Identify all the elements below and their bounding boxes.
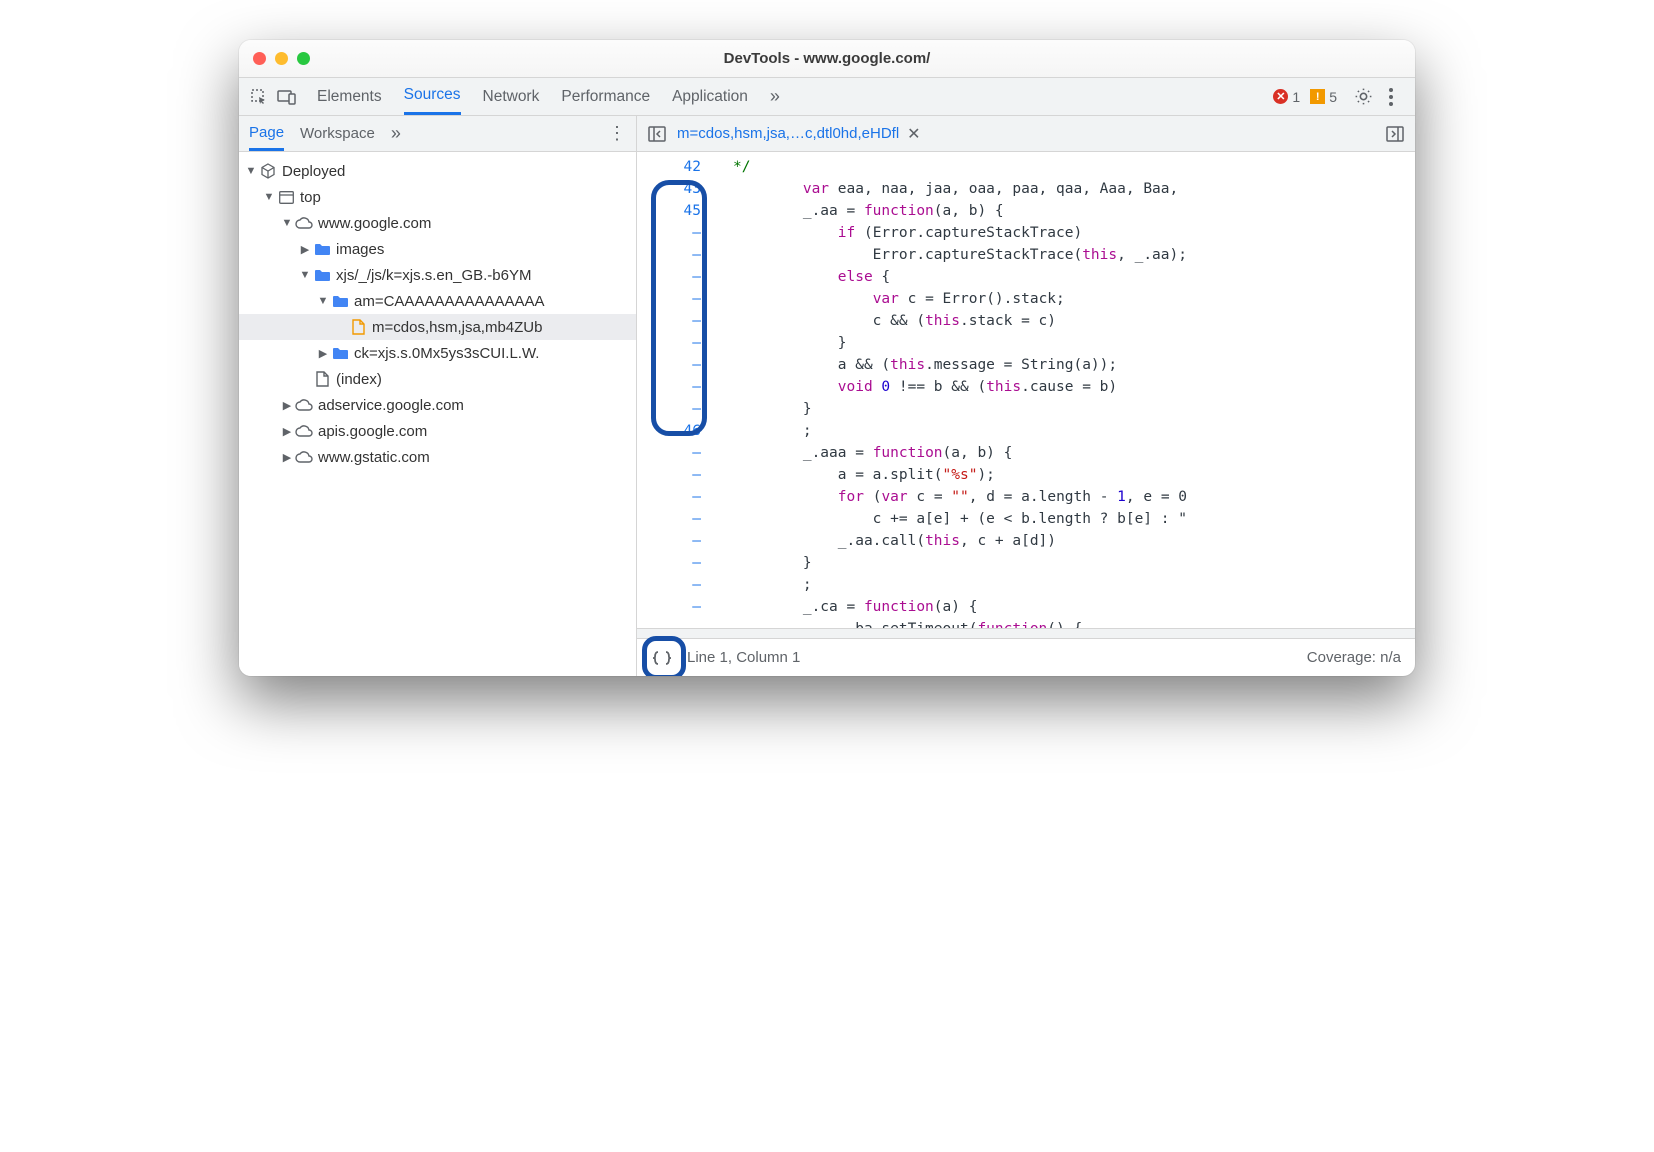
- file-icon: [349, 318, 367, 336]
- settings-icon[interactable]: [1351, 85, 1375, 109]
- tree-folder-am[interactable]: am=CAAAAAAAAAAAAAAA: [239, 288, 636, 314]
- tree-domain-gstatic[interactable]: www.gstatic.com: [239, 444, 636, 470]
- toggle-debugger-icon[interactable]: [1383, 122, 1407, 146]
- tree-label: apis.google.com: [318, 423, 427, 440]
- warning-count: 5: [1329, 89, 1337, 105]
- tree-label: m=cdos,hsm,jsa,mb4ZUb: [372, 319, 542, 336]
- nav-tab-page[interactable]: Page: [249, 116, 284, 151]
- line-gutter[interactable]: 424345–––––––––46–––––––––: [637, 152, 723, 628]
- code-editor[interactable]: 424345–––––––––46––––––––– */ var eaa, n…: [637, 152, 1415, 628]
- error-icon: ✕: [1273, 89, 1288, 104]
- maximize-window-button[interactable]: [297, 52, 310, 65]
- titlebar: DevTools - www.google.com/: [239, 40, 1415, 78]
- more-nav-tabs-button[interactable]: »: [391, 116, 401, 151]
- tree-label: ck=xjs.s.0Mx5ys3sCUI.L.W.: [354, 345, 539, 362]
- tab-performance[interactable]: Performance: [561, 78, 650, 115]
- tree-folder-images[interactable]: images: [239, 236, 636, 262]
- folder-icon: [313, 240, 331, 258]
- tree-folder-xjs[interactable]: xjs/_/js/k=xjs.s.en_GB.-b6YM: [239, 262, 636, 288]
- status-bar: Line 1, Column 1 Coverage: n/a: [637, 638, 1415, 676]
- error-badge[interactable]: ✕ 1: [1273, 89, 1300, 105]
- window-title: DevTools - www.google.com/: [239, 50, 1415, 67]
- folder-icon: [331, 292, 349, 310]
- tab-sources[interactable]: Sources: [404, 78, 461, 115]
- tab-elements[interactable]: Elements: [317, 78, 382, 115]
- traffic-lights: [253, 52, 310, 65]
- inspect-element-icon[interactable]: [247, 85, 271, 109]
- tree-label: am=CAAAAAAAAAAAAAAA: [354, 293, 545, 310]
- editor-pane: m=cdos,hsm,jsa,…c,dtl0hd,eHDfl ✕ 424345–…: [637, 116, 1415, 676]
- nav-tab-workspace[interactable]: Workspace: [300, 116, 375, 151]
- tree-label: www.google.com: [318, 215, 431, 232]
- tree-domain-apis[interactable]: apis.google.com: [239, 418, 636, 444]
- coverage-status: Coverage: n/a: [1307, 649, 1401, 666]
- more-tabs-button[interactable]: »: [770, 78, 780, 115]
- tree-domain-adservice[interactable]: adservice.google.com: [239, 392, 636, 418]
- resize-handle[interactable]: [637, 628, 1415, 638]
- tree-top[interactable]: top: [239, 184, 636, 210]
- navigator-pane: Page Workspace » ⋮ Deployed top: [239, 116, 637, 676]
- file-tree: Deployed top www.google.com images: [239, 152, 636, 676]
- more-options-icon[interactable]: [1379, 85, 1403, 109]
- frame-icon: [277, 188, 295, 206]
- devtools-window: DevTools - www.google.com/ Elements Sour…: [239, 40, 1415, 676]
- tree-label: images: [336, 241, 384, 258]
- file-tab-bar: m=cdos,hsm,jsa,…c,dtl0hd,eHDfl ✕: [637, 116, 1415, 152]
- cloud-icon: [295, 422, 313, 440]
- tree-domain-google[interactable]: www.google.com: [239, 210, 636, 236]
- navigator-options-icon[interactable]: ⋮: [608, 123, 626, 144]
- cloud-icon: [295, 396, 313, 414]
- device-toolbar-icon[interactable]: [275, 85, 299, 109]
- cube-icon: [259, 162, 277, 180]
- minimize-window-button[interactable]: [275, 52, 288, 65]
- tree-deployed[interactable]: Deployed: [239, 158, 636, 184]
- cloud-icon: [295, 214, 313, 232]
- error-count: 1: [1292, 89, 1300, 105]
- tree-label: adservice.google.com: [318, 397, 464, 414]
- main-toolbar: Elements Sources Network Performance App…: [239, 78, 1415, 116]
- tree-folder-ck[interactable]: ck=xjs.s.0Mx5ys3sCUI.L.W.: [239, 340, 636, 366]
- tree-file-selected[interactable]: m=cdos,hsm,jsa,mb4ZUb: [239, 314, 636, 340]
- folder-icon: [313, 266, 331, 284]
- cloud-icon: [295, 448, 313, 466]
- file-tab[interactable]: m=cdos,hsm,jsa,…c,dtl0hd,eHDfl: [677, 125, 899, 142]
- code-content[interactable]: */ var eaa, naa, jaa, oaa, paa, qaa, Aaa…: [723, 152, 1415, 628]
- tree-label: (index): [336, 371, 382, 388]
- folder-icon: [331, 344, 349, 362]
- tab-network[interactable]: Network: [483, 78, 540, 115]
- navigator-tabs: Page Workspace » ⋮: [239, 116, 636, 152]
- tree-label: www.gstatic.com: [318, 449, 430, 466]
- close-window-button[interactable]: [253, 52, 266, 65]
- warning-badge[interactable]: ! 5: [1310, 89, 1337, 105]
- tree-label: Deployed: [282, 163, 345, 180]
- toggle-navigator-icon[interactable]: [645, 122, 669, 146]
- cursor-position: Line 1, Column 1: [687, 649, 800, 666]
- tree-label: xjs/_/js/k=xjs.s.en_GB.-b6YM: [336, 267, 531, 284]
- tab-application[interactable]: Application: [672, 78, 748, 115]
- tree-file-index[interactable]: (index): [239, 366, 636, 392]
- content: Page Workspace » ⋮ Deployed top: [239, 116, 1415, 676]
- close-file-tab-icon[interactable]: ✕: [907, 124, 920, 144]
- tree-label: top: [300, 189, 321, 206]
- panel-tabs: Elements Sources Network Performance App…: [317, 78, 780, 115]
- pretty-print-button[interactable]: [651, 647, 673, 669]
- file-icon: [313, 370, 331, 388]
- warning-icon: !: [1310, 89, 1325, 104]
